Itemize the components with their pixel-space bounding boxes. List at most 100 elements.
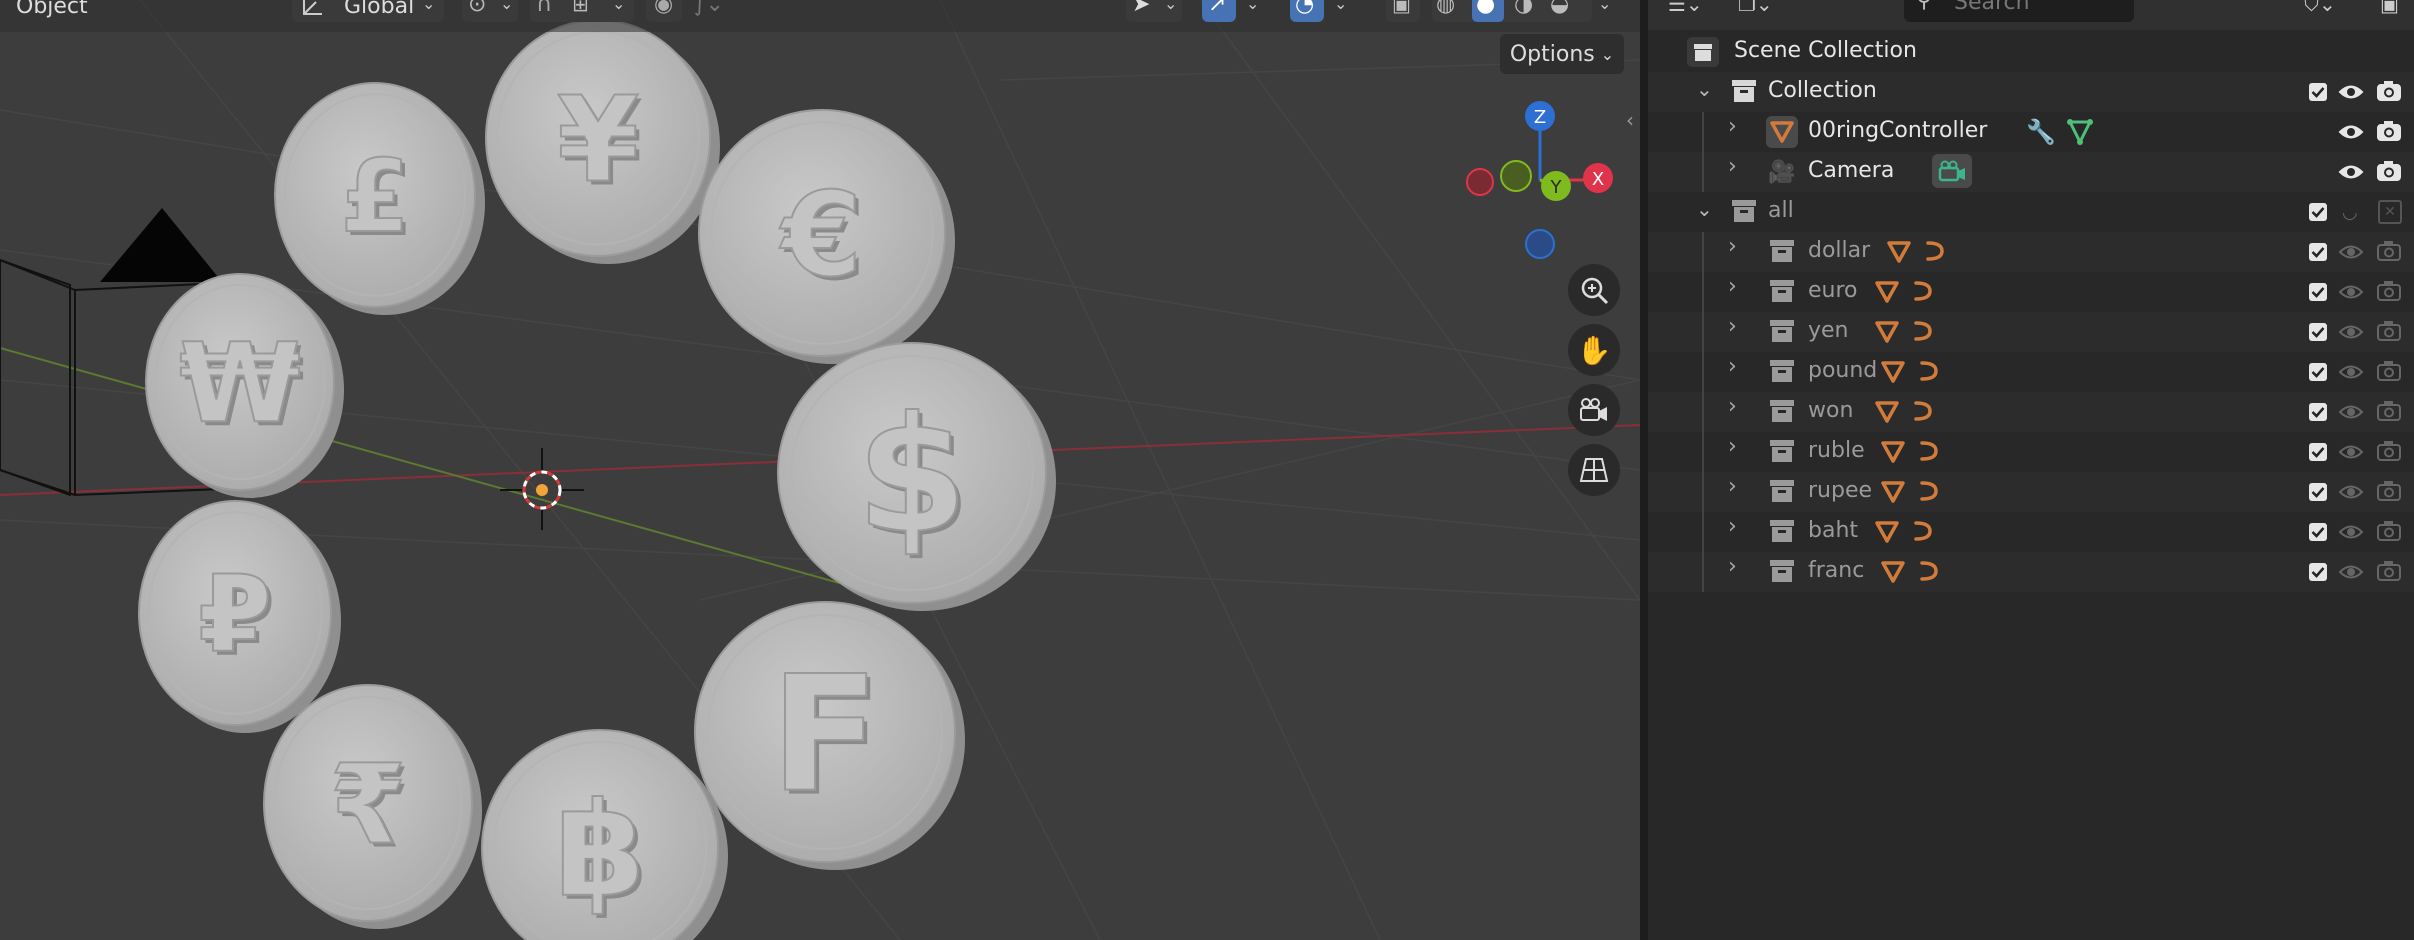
outliner-row[interactable]: › won xyxy=(1648,392,2414,432)
chevron-right-icon[interactable]: › xyxy=(1728,554,1737,579)
outliner-row[interactable]: › yen xyxy=(1648,312,2414,352)
negative-x-axis-handle[interactable] xyxy=(1466,168,1494,196)
scene-canvas[interactable]: ££ ¥¥€€₩₩$$₽₽FF₹₹ ฿฿ xyxy=(0,0,1640,940)
eye-icon[interactable] xyxy=(2338,443,2364,465)
modifier-link-icon[interactable] xyxy=(1910,278,1936,308)
coin[interactable]: ₩₩ xyxy=(145,273,344,498)
mesh-object-icon[interactable] xyxy=(1880,480,1906,508)
wrench-modifier-icon[interactable]: 🔧 xyxy=(2026,118,2056,146)
pivot-dropdown[interactable]: ⊙ ⌄ xyxy=(462,0,518,22)
eye-icon[interactable] xyxy=(2338,163,2364,185)
negative-z-axis-handle[interactable] xyxy=(1525,229,1555,259)
chevron-down-icon[interactable]: ⌄ xyxy=(1696,197,1713,221)
eye-icon[interactable] xyxy=(2338,283,2364,305)
falloff-icon[interactable]: ∫⌄ xyxy=(694,0,724,17)
exclude-checkbox[interactable] xyxy=(2308,202,2328,226)
render-disabled-icon[interactable]: ✕ xyxy=(2378,200,2402,224)
chevron-right-icon[interactable]: › xyxy=(1728,154,1737,179)
modifier-link-icon[interactable] xyxy=(1910,318,1936,348)
eye-icon[interactable] xyxy=(2338,323,2364,345)
mesh-object-icon[interactable] xyxy=(1880,560,1906,588)
outliner-row[interactable]: › ruble xyxy=(1648,432,2414,472)
modifier-link-icon[interactable] xyxy=(1916,438,1942,468)
chevron-right-icon[interactable]: › xyxy=(1728,394,1737,419)
outliner-row[interactable]: › franc xyxy=(1648,552,2414,592)
outliner-row[interactable]: › pound xyxy=(1648,352,2414,392)
mesh-object-icon[interactable] xyxy=(1874,520,1900,548)
eye-icon[interactable] xyxy=(2338,363,2364,385)
filter-view-icon[interactable]: ❐⌄ xyxy=(1738,0,1773,16)
gizmo-toggle[interactable]: ↗ xyxy=(1202,0,1236,22)
exclude-checkbox[interactable] xyxy=(2308,522,2328,546)
chevron-right-icon[interactable]: › xyxy=(1728,354,1737,379)
zoom-button[interactable] xyxy=(1568,264,1620,316)
render-camera-icon[interactable] xyxy=(2376,480,2402,506)
material-shading-icon[interactable]: ◑ xyxy=(1514,0,1533,17)
rendered-shading-icon[interactable]: ◒ xyxy=(1550,0,1569,17)
chevron-right-icon[interactable]: › xyxy=(1728,474,1737,499)
sidebar-toggle-icon[interactable]: ‹ xyxy=(1626,108,1634,132)
render-camera-icon[interactable] xyxy=(2376,520,2402,546)
modifier-link-icon[interactable] xyxy=(1910,398,1936,428)
outliner-row[interactable]: › euro xyxy=(1648,272,2414,312)
outliner-row[interactable]: › baht xyxy=(1648,512,2414,552)
modifier-link-icon[interactable] xyxy=(1916,558,1942,588)
snap-dropdown[interactable]: ∩ ⊞ ⌄ xyxy=(530,0,634,22)
mesh-object-icon[interactable] xyxy=(1886,240,1912,268)
render-camera-icon[interactable] xyxy=(2376,280,2402,306)
coin[interactable]: ££ xyxy=(274,82,485,315)
orientation-dropdown[interactable]: Global ⌄ xyxy=(292,0,444,22)
overlays-toggle[interactable]: ◔ xyxy=(1290,0,1324,22)
chevron-down-icon[interactable]: ⌄ xyxy=(1696,77,1713,101)
modifier-link-icon[interactable] xyxy=(1916,358,1942,388)
eye-icon[interactable] xyxy=(2338,523,2364,545)
eye-icon[interactable] xyxy=(2338,403,2364,425)
modifier-link-icon[interactable] xyxy=(1910,518,1936,548)
exclude-checkbox[interactable] xyxy=(2308,82,2328,106)
exclude-checkbox[interactable] xyxy=(2308,362,2328,386)
select-tool-dropdown[interactable]: ➤ ⌄ xyxy=(1126,0,1182,22)
outliner-row[interactable]: › dollar xyxy=(1648,232,2414,272)
eye-icon[interactable] xyxy=(2338,563,2364,585)
mesh-object-icon[interactable] xyxy=(1874,400,1900,428)
3d-viewport[interactable]: £ £ ¥ ¥ € € ₩ ₩ $ $ ₽ ₽ F F ₹ ₹ ฿฿ Object Global ⌄ ⊙ ⌄ ∩ xyxy=(0,0,1640,940)
render-camera-icon[interactable] xyxy=(2376,120,2402,146)
chevron-right-icon[interactable]: › xyxy=(1728,514,1737,539)
coin[interactable]: ¥¥ xyxy=(485,19,720,264)
coin[interactable]: €€ xyxy=(698,109,955,364)
exclude-checkbox[interactable] xyxy=(2308,402,2328,426)
exclude-checkbox[interactable] xyxy=(2308,282,2328,306)
pan-button[interactable]: ✋ xyxy=(1568,324,1620,376)
eye-icon[interactable] xyxy=(2338,83,2364,105)
proportional-edit-button[interactable]: ◉ xyxy=(646,0,682,22)
outliner-row-camera[interactable]: › 🎥 Camera xyxy=(1648,152,2414,192)
navigation-gizmo[interactable]: Y Z X xyxy=(1460,96,1620,276)
coin[interactable]: FF xyxy=(694,601,965,870)
area-separator[interactable] xyxy=(1640,0,1648,940)
xray-toggle[interactable]: ▣ xyxy=(1386,0,1420,22)
render-camera-icon[interactable] xyxy=(2376,400,2402,426)
chevron-right-icon[interactable]: › xyxy=(1728,234,1737,259)
chevron-right-icon[interactable]: › xyxy=(1728,274,1737,299)
render-camera-icon[interactable] xyxy=(2376,80,2402,106)
scene-collection-row[interactable]: Scene Collection xyxy=(1648,32,2414,72)
render-camera-icon[interactable] xyxy=(2376,440,2402,466)
mesh-object-icon[interactable] xyxy=(1880,440,1906,468)
render-camera-icon[interactable] xyxy=(2376,160,2402,186)
render-camera-icon[interactable] xyxy=(2376,240,2402,266)
modifier-link-icon[interactable] xyxy=(1916,478,1942,508)
eye-icon[interactable] xyxy=(2338,123,2364,145)
chevron-down-icon[interactable]: ⌄ xyxy=(1598,0,1611,13)
display-mode-icon[interactable]: ☰⌄ xyxy=(1668,0,1703,16)
render-camera-icon[interactable] xyxy=(2376,560,2402,586)
mesh-object-icon[interactable] xyxy=(1880,360,1906,388)
eye-hidden-icon[interactable]: ◡ xyxy=(2342,202,2358,223)
exclude-checkbox[interactable] xyxy=(2308,442,2328,466)
coin[interactable]: $$ xyxy=(777,342,1056,611)
mesh-data-icon[interactable] xyxy=(2066,118,2094,146)
camera-view-button[interactable] xyxy=(1568,384,1620,436)
exclude-checkbox[interactable] xyxy=(2308,562,2328,586)
outliner-row-collection[interactable]: ⌄ Collection xyxy=(1648,72,2414,112)
exclude-checkbox[interactable] xyxy=(2308,322,2328,346)
coin[interactable]: ₹₹ xyxy=(263,684,482,929)
